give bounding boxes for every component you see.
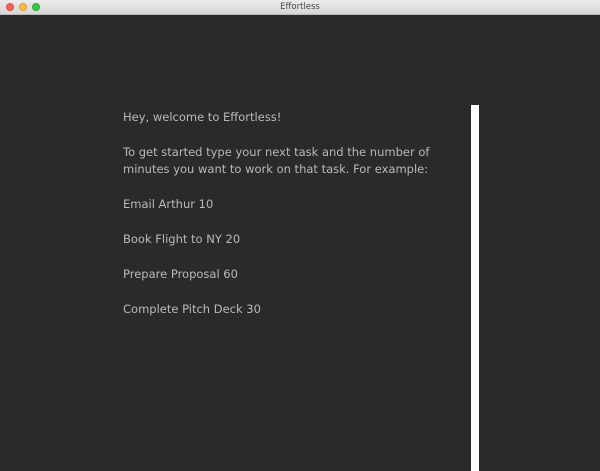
task-editor[interactable]: Hey, welcome to Effortless! To get start… [0, 15, 600, 471]
title-bar[interactable]: Effortless [0, 0, 600, 15]
app-window: Effortless Hey, welcome to Effortless! T… [0, 0, 600, 471]
example-task: Book Flight to NY 20 [123, 232, 241, 246]
window-title: Effortless [280, 2, 320, 12]
instructions-line: To get started type your next task and t… [123, 145, 430, 176]
welcome-line: Hey, welcome to Effortless! [123, 110, 282, 124]
example-task: Complete Pitch Deck 30 [123, 302, 261, 316]
example-task: Prepare Proposal 60 [123, 267, 238, 281]
example-task: Email Arthur 10 [123, 197, 214, 211]
vertical-scrollbar[interactable] [471, 105, 479, 471]
editor-text-area[interactable]: Hey, welcome to Effortless! To get start… [123, 109, 453, 336]
